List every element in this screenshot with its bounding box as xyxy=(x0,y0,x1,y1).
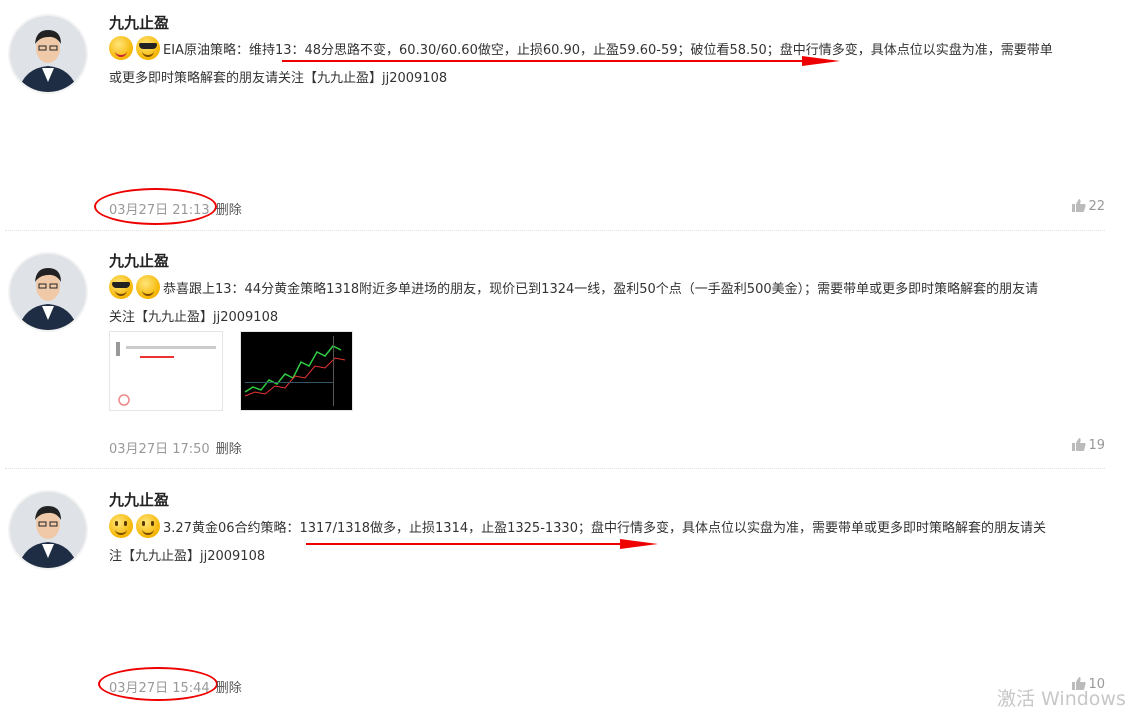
post-divider xyxy=(5,230,1105,231)
post-time: 03月27日 21:13 xyxy=(109,203,210,218)
tongue-emoji-icon xyxy=(109,36,133,60)
post-text: 恭喜跟上13：44分黄金策略1318附近多单进场的朋友，现价已到1324一线，盈… xyxy=(109,275,1109,332)
author-avatar[interactable] xyxy=(8,14,88,94)
post-text-line: 或更多即时策略解套的朋友请关注【九九止盈】jj2009108 xyxy=(109,71,448,86)
delete-button[interactable]: 删除 xyxy=(216,203,242,218)
author-name[interactable]: 九九止盈 xyxy=(109,12,169,33)
post-text-line: EIA原油策略：维持13：48分思路不变，60.30/60.60做空，止损60.… xyxy=(163,43,1053,58)
smile-emoji-icon xyxy=(109,514,133,538)
like-button[interactable]: 19 xyxy=(1072,438,1105,453)
hand-over-mouth-emoji-icon xyxy=(136,275,160,299)
post-meta: 03月27日 17:50 删除 xyxy=(109,438,242,457)
post-text-line: 恭喜跟上13：44分黄金策略1318附近多单进场的朋友，现价已到1324一线，盈… xyxy=(163,282,1039,297)
delete-button[interactable]: 删除 xyxy=(216,442,242,457)
like-count: 19 xyxy=(1088,438,1105,453)
sunglasses-emoji-icon xyxy=(109,275,133,299)
thumbs-up-icon xyxy=(1072,199,1087,212)
like-count: 22 xyxy=(1088,199,1105,214)
smile-emoji-icon xyxy=(136,514,160,538)
post-time: 03月27日 17:50 xyxy=(109,442,210,457)
post-text-line: 关注【九九止盈】jj2009108 xyxy=(109,310,279,325)
annotation-underline xyxy=(306,543,624,545)
windows-activation-watermark: 激活 Windows xyxy=(997,688,1126,710)
post-text: EIA原油策略：维持13：48分思路不变，60.30/60.60做空，止损60.… xyxy=(109,36,1109,93)
post-divider xyxy=(5,468,1105,469)
author-name[interactable]: 九九止盈 xyxy=(109,489,169,510)
post-text-line: 3.27黄金06合约策略：1317/1318做多，止损1314，止盈1325-1… xyxy=(163,521,1046,536)
author-avatar[interactable] xyxy=(8,490,88,570)
author-avatar[interactable] xyxy=(8,252,88,332)
sunglasses-emoji-icon xyxy=(136,36,160,60)
like-button[interactable]: 22 xyxy=(1072,199,1105,214)
thumbs-up-icon xyxy=(1072,438,1087,451)
delete-button[interactable]: 删除 xyxy=(216,681,242,696)
annotation-arrow-icon xyxy=(802,56,840,66)
post-meta: 03月27日 15:44 删除 xyxy=(109,677,242,696)
annotation-arrow-icon xyxy=(620,539,658,549)
annotation-underline xyxy=(282,60,804,62)
post-time: 03月27日 15:44 xyxy=(109,681,210,696)
post-image-thumbnail[interactable] xyxy=(109,331,223,411)
post-text-line: 注【九九止盈】jj2009108 xyxy=(109,549,266,564)
author-name[interactable]: 九九止盈 xyxy=(109,250,169,271)
post-image-thumbnail[interactable] xyxy=(240,331,353,411)
post-meta: 03月27日 21:13 删除 xyxy=(109,199,242,218)
